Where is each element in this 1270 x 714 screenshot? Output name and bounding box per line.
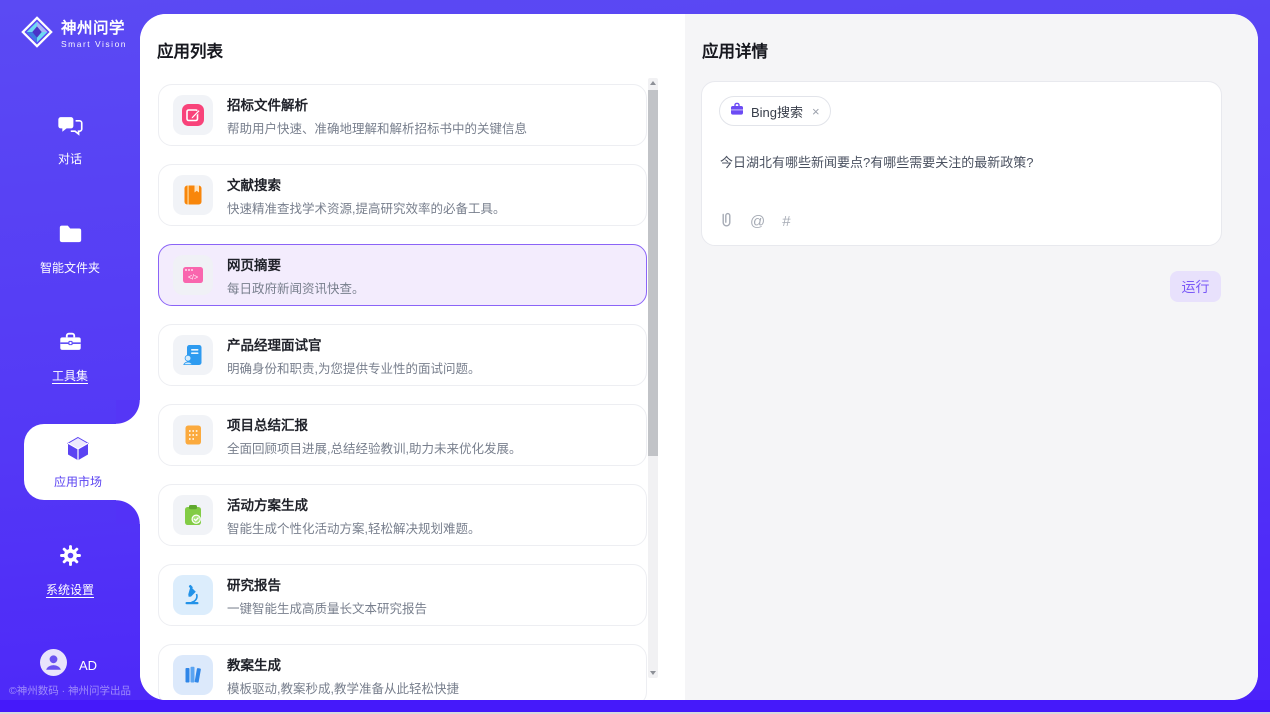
sidebar-item-chat[interactable]: 对话: [0, 112, 140, 167]
content-area: 应用列表 招标文件解析 帮助用户快速、准确地理解和解析招标书中的关键信息 文献搜…: [140, 14, 1258, 700]
app-name: 研究报告: [227, 574, 427, 594]
brand-subtitle: Smart Vision: [61, 39, 127, 49]
mention-icon[interactable]: @: [750, 213, 765, 230]
app-name: 教案生成: [227, 654, 459, 674]
user-initials: AD: [79, 658, 97, 673]
doc-person-icon: [173, 335, 213, 375]
edit-square-icon: [173, 95, 213, 135]
app-name: 招标文件解析: [227, 94, 527, 114]
tool-chip-bing-search[interactable]: Bing搜索 ×: [719, 96, 831, 126]
user-account[interactable]: AD: [40, 649, 97, 681]
app-detail-panel: 应用详情 Bing搜索 × 今日湖北有哪些新闻要点?有哪些需要关注的最新政策?: [685, 14, 1258, 700]
app-description: 一键智能生成高质量长文本研究报告: [227, 598, 427, 617]
prompt-card[interactable]: Bing搜索 × 今日湖北有哪些新闻要点?有哪些需要关注的最新政策? @ #: [701, 81, 1222, 246]
close-icon[interactable]: ×: [812, 105, 820, 118]
sidebar-item-toolset[interactable]: 工具集: [0, 329, 140, 384]
sidebar-item-settings[interactable]: 系统设置: [0, 542, 140, 598]
memo-icon: [173, 415, 213, 455]
app-description: 快速精准查找学术资源,提高研究效率的必备工具。: [227, 198, 505, 217]
bottom-accent-bar: [0, 700, 1270, 712]
books-icon: [173, 655, 213, 695]
sidebar-item-label: 系统设置: [46, 581, 94, 598]
app-window: 神州问学 Smart Vision 对话 智能文件夹: [0, 0, 1270, 714]
app-name: 活动方案生成: [227, 494, 480, 514]
app-description: 明确身份和职责,为您提供专业性的面试问题。: [227, 358, 480, 377]
app-name: 项目总结汇报: [227, 414, 521, 434]
book-icon: [173, 175, 213, 215]
svg-text:</>: </>: [188, 275, 198, 282]
hashtag-icon[interactable]: #: [782, 213, 790, 230]
briefcase-icon: [730, 102, 744, 121]
app-name: 网页摘要: [227, 254, 365, 274]
bubble-fillet-bottom: [116, 500, 140, 524]
run-button[interactable]: 运行: [1170, 271, 1221, 302]
app-list-panel: 应用列表 招标文件解析 帮助用户快速、准确地理解和解析招标书中的关键信息 文献搜…: [140, 14, 685, 700]
app-list: 招标文件解析 帮助用户快速、准确地理解和解析招标书中的关键信息 文献搜索 快速精…: [158, 84, 647, 700]
chat-icon: [57, 112, 84, 143]
sidebar: 神州问学 Smart Vision 对话 智能文件夹: [0, 0, 140, 700]
folder-icon: [57, 221, 84, 252]
app-name: 文献搜索: [227, 174, 505, 194]
scroll-down-icon[interactable]: [648, 668, 658, 678]
scrollbar-thumb[interactable]: [648, 90, 658, 456]
prompt-input[interactable]: 今日湖北有哪些新闻要点?有哪些需要关注的最新政策?: [720, 152, 1203, 171]
sidebar-item-label: 应用市场: [54, 473, 102, 490]
app-description: 每日政府新闻资讯快查。: [227, 278, 365, 297]
clipboard-check-icon: [173, 495, 213, 535]
app-card[interactable]: 研究报告 一键智能生成高质量长文本研究报告: [158, 564, 647, 626]
microscope-icon: [173, 575, 213, 615]
sidebar-item-label: 智能文件夹: [40, 259, 100, 276]
app-card[interactable]: 项目总结汇报 全面回顾项目进展,总结经验教训,助力未来优化发展。: [158, 404, 647, 466]
bubble-fillet-top: [116, 400, 140, 424]
brand-name: 神州问学: [61, 20, 127, 37]
tool-chip-label: Bing搜索: [751, 102, 803, 121]
brand-logo[interactable]: 神州问学 Smart Vision: [20, 15, 127, 54]
sidebar-item-app-market[interactable]: 应用市场: [24, 424, 140, 500]
composer-toolbar: @ #: [720, 211, 791, 232]
avatar: [40, 649, 67, 681]
sidebar-item-label: 工具集: [52, 367, 88, 384]
sidebar-item-smart-folder[interactable]: 智能文件夹: [0, 221, 140, 276]
app-detail-title: 应用详情: [702, 38, 768, 62]
copyright-text: ©神州数码 · 神州问学出品: [0, 683, 140, 698]
app-card[interactable]: 产品经理面试官 明确身份和职责,为您提供专业性的面试问题。: [158, 324, 647, 386]
toolbox-icon: [57, 329, 84, 360]
app-card[interactable]: 教案生成 模板驱动,教案秒成,教学准备从此轻松快捷: [158, 644, 647, 700]
scrollbar[interactable]: [648, 78, 658, 678]
app-description: 全面回顾项目进展,总结经验教训,助力未来优化发展。: [227, 438, 521, 457]
app-card[interactable]: 活动方案生成 智能生成个性化活动方案,轻松解决规划难题。: [158, 484, 647, 546]
cube-icon: [64, 435, 92, 468]
app-description: 帮助用户快速、准确地理解和解析招标书中的关键信息: [227, 118, 527, 137]
app-card[interactable]: 文献搜索 快速精准查找学术资源,提高研究效率的必备工具。: [158, 164, 647, 226]
scroll-up-icon[interactable]: [648, 78, 658, 88]
sidebar-item-label: 对话: [58, 150, 82, 167]
app-name: 产品经理面试官: [227, 334, 480, 354]
gear-icon: [57, 542, 84, 574]
diamond-logo-icon: [20, 15, 54, 54]
app-description: 模板驱动,教案秒成,教学准备从此轻松快捷: [227, 678, 459, 697]
browser-code-icon: </>: [173, 255, 213, 295]
app-description: 智能生成个性化活动方案,轻松解决规划难题。: [227, 518, 480, 537]
app-list-title: 应用列表: [157, 38, 223, 62]
app-card[interactable]: </> 网页摘要 每日政府新闻资讯快查。: [158, 244, 647, 306]
app-card[interactable]: 招标文件解析 帮助用户快速、准确地理解和解析招标书中的关键信息: [158, 84, 647, 146]
attachment-icon[interactable]: [720, 211, 733, 232]
